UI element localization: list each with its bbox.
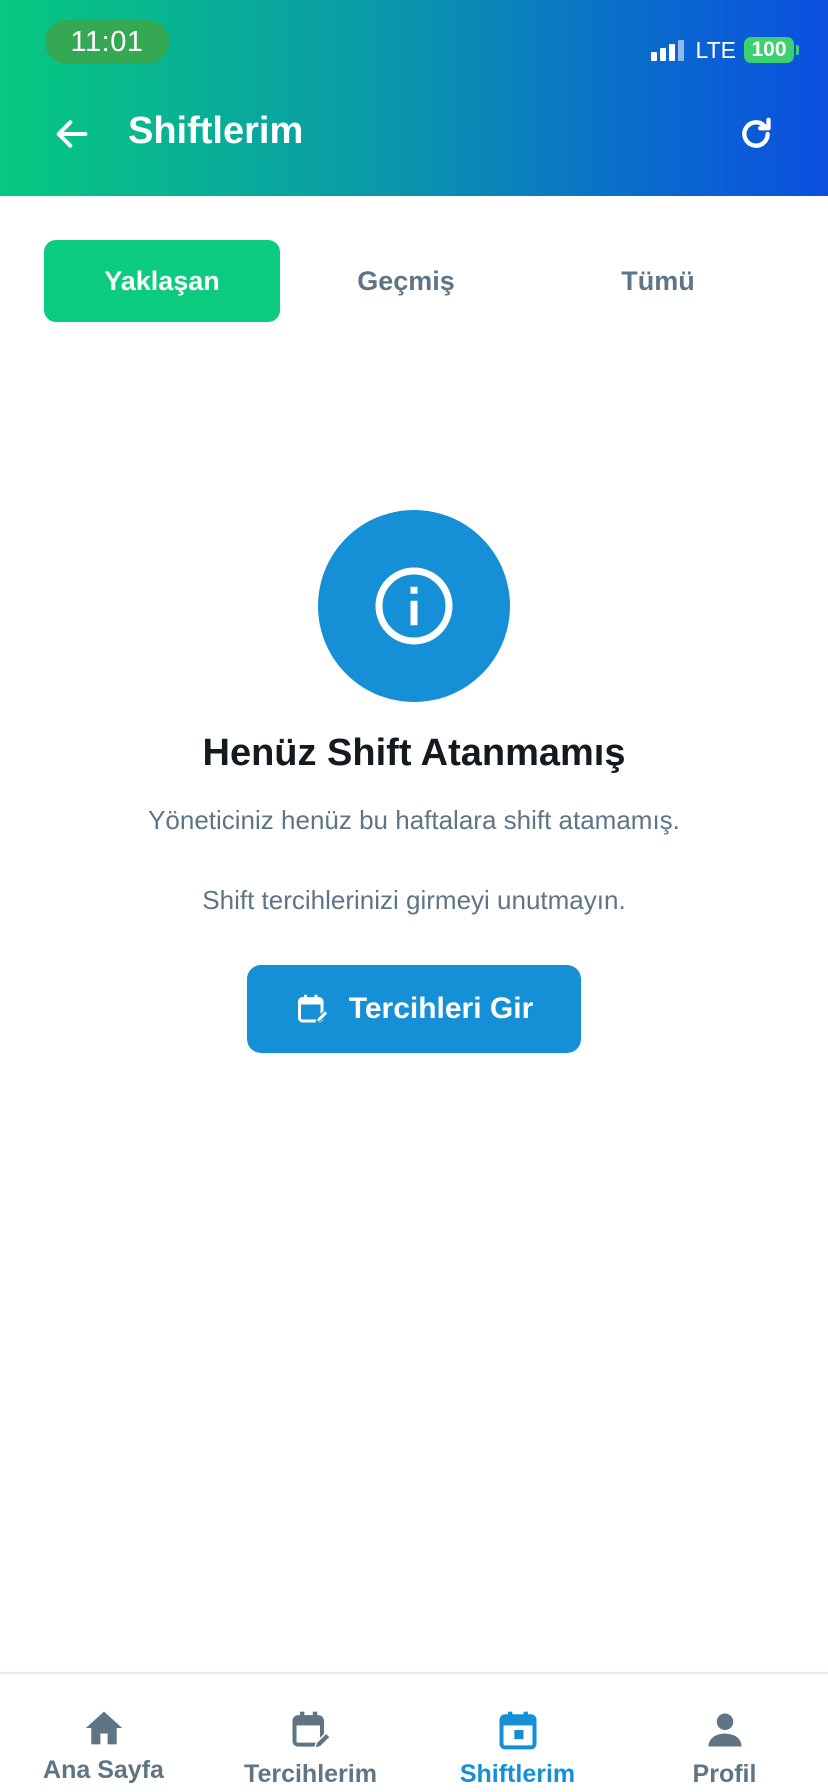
enter-preferences-button[interactable]: Tercihleri Gir	[247, 965, 581, 1053]
person-icon	[708, 1713, 741, 1747]
status-time: 11:01	[45, 20, 169, 64]
page-title: Shiftlerim	[128, 110, 304, 152]
shiftlerim-screen: 11:01 LTE 100 Shiftlerim Yaklaşan Geçmiş…	[0, 0, 828, 1792]
nav-item-tercihlerim[interactable]: Tercihlerim	[207, 1674, 414, 1792]
nav-item-shiftlerim[interactable]: Shiftlerim	[414, 1674, 621, 1792]
battery-icon: 100	[744, 37, 799, 63]
tab-gecmis[interactable]: Geçmiş	[280, 240, 532, 322]
empty-state-badge	[318, 510, 510, 702]
status-indicators: LTE 100	[650, 34, 799, 66]
tab-yaklasan[interactable]: Yaklaşan	[44, 240, 280, 322]
back-button[interactable]	[46, 108, 98, 160]
nav-label: Tercihlerim	[244, 1760, 377, 1788]
segment-tabs: Yaklaşan Geçmiş Tümü	[44, 240, 784, 322]
calendar-edit-icon	[291, 1711, 331, 1750]
app-header: 11:01 LTE 100 Shiftlerim	[0, 0, 828, 196]
arrow-left-icon	[56, 120, 88, 148]
bottom-navigation: Ana Sayfa Tercihlerim Shiftlerim Profil	[0, 1672, 828, 1792]
info-icon	[375, 567, 453, 645]
enter-preferences-label: Tercihleri Gir	[348, 992, 534, 1025]
home-icon	[85, 1711, 122, 1745]
signal-icon	[650, 39, 684, 61]
empty-state-note: Shift tercihlerinizi girmeyi unutmayın.	[202, 885, 626, 915]
nav-label: Profil	[692, 1760, 757, 1788]
refresh-button[interactable]	[730, 108, 782, 160]
refresh-icon	[742, 117, 771, 148]
calendar-edit-icon	[297, 994, 329, 1024]
network-type: LTE	[695, 36, 736, 63]
nav-item-ana-sayfa[interactable]: Ana Sayfa	[0, 1674, 207, 1792]
nav-label: Shiftlerim	[459, 1760, 576, 1788]
nav-label: Ana Sayfa	[43, 1756, 164, 1784]
tab-tumu[interactable]: Tümü	[532, 240, 784, 322]
calendar-icon	[498, 1711, 537, 1750]
empty-state-title: Henüz Shift Atanmamış	[202, 732, 626, 774]
nav-item-profil[interactable]: Profil	[621, 1674, 828, 1792]
battery-level: 100	[751, 38, 787, 61]
empty-state-description: Yöneticiniz henüz bu haftalara shift ata…	[148, 805, 680, 835]
